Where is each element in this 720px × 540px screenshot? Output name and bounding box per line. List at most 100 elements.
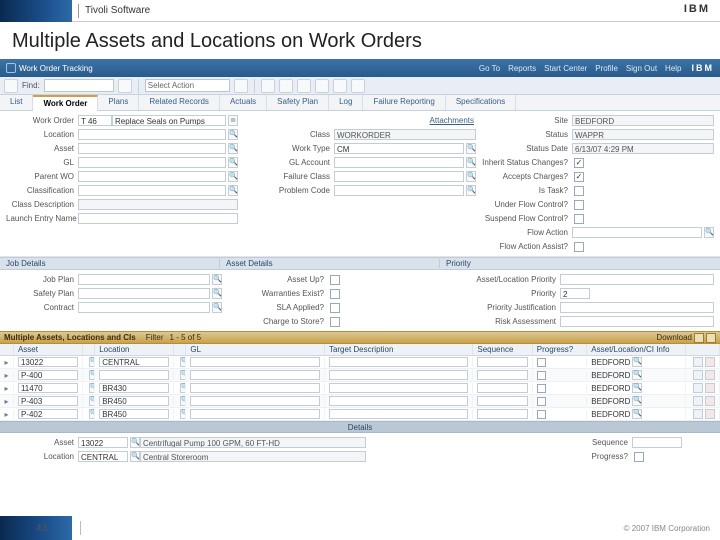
alp-field[interactable] [560,274,714,285]
row-asset[interactable]: 11470 [18,383,78,393]
row-delete-icon[interactable] [705,409,715,419]
det-loc-lookup-icon[interactable]: 🔍 [130,451,140,462]
suspend-checkbox[interactable] [574,214,584,224]
long-desc-icon[interactable]: ≣ [228,115,238,126]
toolbar-clear-icon[interactable] [297,79,311,93]
det-seq-field[interactable] [632,437,682,448]
parentwo-field[interactable] [78,171,226,182]
row-target[interactable] [329,383,468,393]
det-asset-lookup-icon[interactable]: 🔍 [130,437,140,448]
row-asset[interactable]: P-403 [18,396,78,406]
parentwo-lookup-icon[interactable]: 🔍 [228,171,238,182]
row-delete-icon[interactable] [705,370,715,380]
row-target[interactable] [329,396,468,406]
expand-icon[interactable]: ▸ [0,397,14,406]
sla-checkbox[interactable] [330,303,340,313]
inherit-checkbox[interactable] [574,158,584,168]
toolbar-print-icon[interactable] [351,79,365,93]
toolbar-new-icon[interactable] [279,79,293,93]
det-asset-field[interactable]: 13022 [78,437,128,448]
tab-safety-plan[interactable]: Safety Plan [267,95,329,110]
row-progress-checkbox[interactable] [537,397,546,406]
failclass-lookup-icon[interactable]: 🔍 [466,171,476,182]
row-target[interactable] [329,357,468,367]
multi-filter[interactable]: Filter [146,333,164,342]
toolbar-route-icon[interactable] [315,79,329,93]
select-action-dropdown-icon[interactable] [234,79,248,93]
jobplan-lookup-icon[interactable]: 🔍 [212,274,222,285]
nav-goto[interactable]: Go To [479,64,500,73]
find-input[interactable] [44,79,114,92]
row-info-lookup-icon[interactable]: 🔍 [632,370,642,380]
underflow-checkbox[interactable] [574,200,584,210]
row-move-icon[interactable] [693,370,703,380]
row-seq[interactable] [477,396,527,406]
warranties-checkbox[interactable] [330,289,340,299]
probcode-lookup-icon[interactable]: 🔍 [466,185,476,196]
multi-download[interactable]: Download [656,333,692,342]
location-field[interactable] [78,129,226,140]
find-go-icon[interactable] [118,79,132,93]
row-gl[interactable] [190,383,320,393]
row-location[interactable]: CENTRAL [99,357,169,367]
gl-lookup-icon[interactable]: 🔍 [228,157,238,168]
flowaction-lookup-icon[interactable]: 🔍 [704,227,714,238]
row-move-icon[interactable] [693,409,703,419]
row-progress-checkbox[interactable] [537,358,546,367]
assetup-checkbox[interactable] [330,275,340,285]
row-info-lookup-icon[interactable]: 🔍 [632,383,642,393]
multi-collapse-icon[interactable] [694,333,704,343]
expand-icon[interactable]: ▸ [0,410,14,419]
accepts-checkbox[interactable] [574,172,584,182]
wo-field[interactable]: T 46 [78,115,112,126]
tab-work-order[interactable]: Work Order [33,95,98,111]
launch-field[interactable] [78,213,238,224]
nav-reports[interactable]: Reports [508,64,536,73]
row-gl[interactable] [190,409,320,419]
location-lookup-icon[interactable]: 🔍 [228,129,238,140]
contract-field[interactable] [78,302,210,313]
row-progress-checkbox[interactable] [537,384,546,393]
row-gl[interactable] [190,370,320,380]
expand-icon[interactable]: ▸ [0,358,14,367]
tab-failure-reporting[interactable]: Failure Reporting [363,95,445,110]
row-progress-checkbox[interactable] [537,371,546,380]
det-loc-field[interactable]: CENTRAL [78,451,128,462]
asset-lookup-icon[interactable]: 🔍 [228,143,238,154]
attachments-link[interactable]: Attachments [334,116,476,125]
expand-icon[interactable]: ▸ [0,384,14,393]
contract-lookup-icon[interactable]: 🔍 [212,302,222,313]
toolbar-prev-icon[interactable] [4,79,18,93]
row-seq[interactable] [477,357,527,367]
priority-field[interactable]: 2 [560,288,590,299]
row-seq[interactable] [477,370,527,380]
gl-field[interactable] [78,157,226,168]
row-move-icon[interactable] [693,396,703,406]
risk-field[interactable] [560,316,714,327]
safetyplan-lookup-icon[interactable]: 🔍 [212,288,222,299]
row-info-lookup-icon[interactable]: 🔍 [632,357,642,367]
nav-sign-out[interactable]: Sign Out [626,64,657,73]
tab-list[interactable]: List [0,95,33,110]
prijust-field[interactable] [560,302,714,313]
row-location[interactable] [99,370,169,380]
row-delete-icon[interactable] [705,396,715,406]
row-progress-checkbox[interactable] [537,410,546,419]
row-delete-icon[interactable] [705,383,715,393]
worktype-field[interactable]: CM [334,143,464,154]
glacct-lookup-icon[interactable]: 🔍 [466,157,476,168]
row-target[interactable] [329,409,468,419]
row-location[interactable]: BR450 [99,409,169,419]
classification-lookup-icon[interactable]: 🔍 [228,185,238,196]
tab-related-records[interactable]: Related Records [139,95,220,110]
toolbar-save-icon[interactable] [261,79,275,93]
row-info-lookup-icon[interactable]: 🔍 [632,396,642,406]
row-asset[interactable]: P-400 [18,370,78,380]
tab-actuals[interactable]: Actuals [220,95,267,110]
flowaction-field[interactable] [572,227,702,238]
safetyplan-field[interactable] [78,288,210,299]
nav-start-center[interactable]: Start Center [544,64,587,73]
failclass-field[interactable] [334,171,464,182]
probcode-field[interactable] [334,185,464,196]
tab-specifications[interactable]: Specifications [446,95,516,110]
